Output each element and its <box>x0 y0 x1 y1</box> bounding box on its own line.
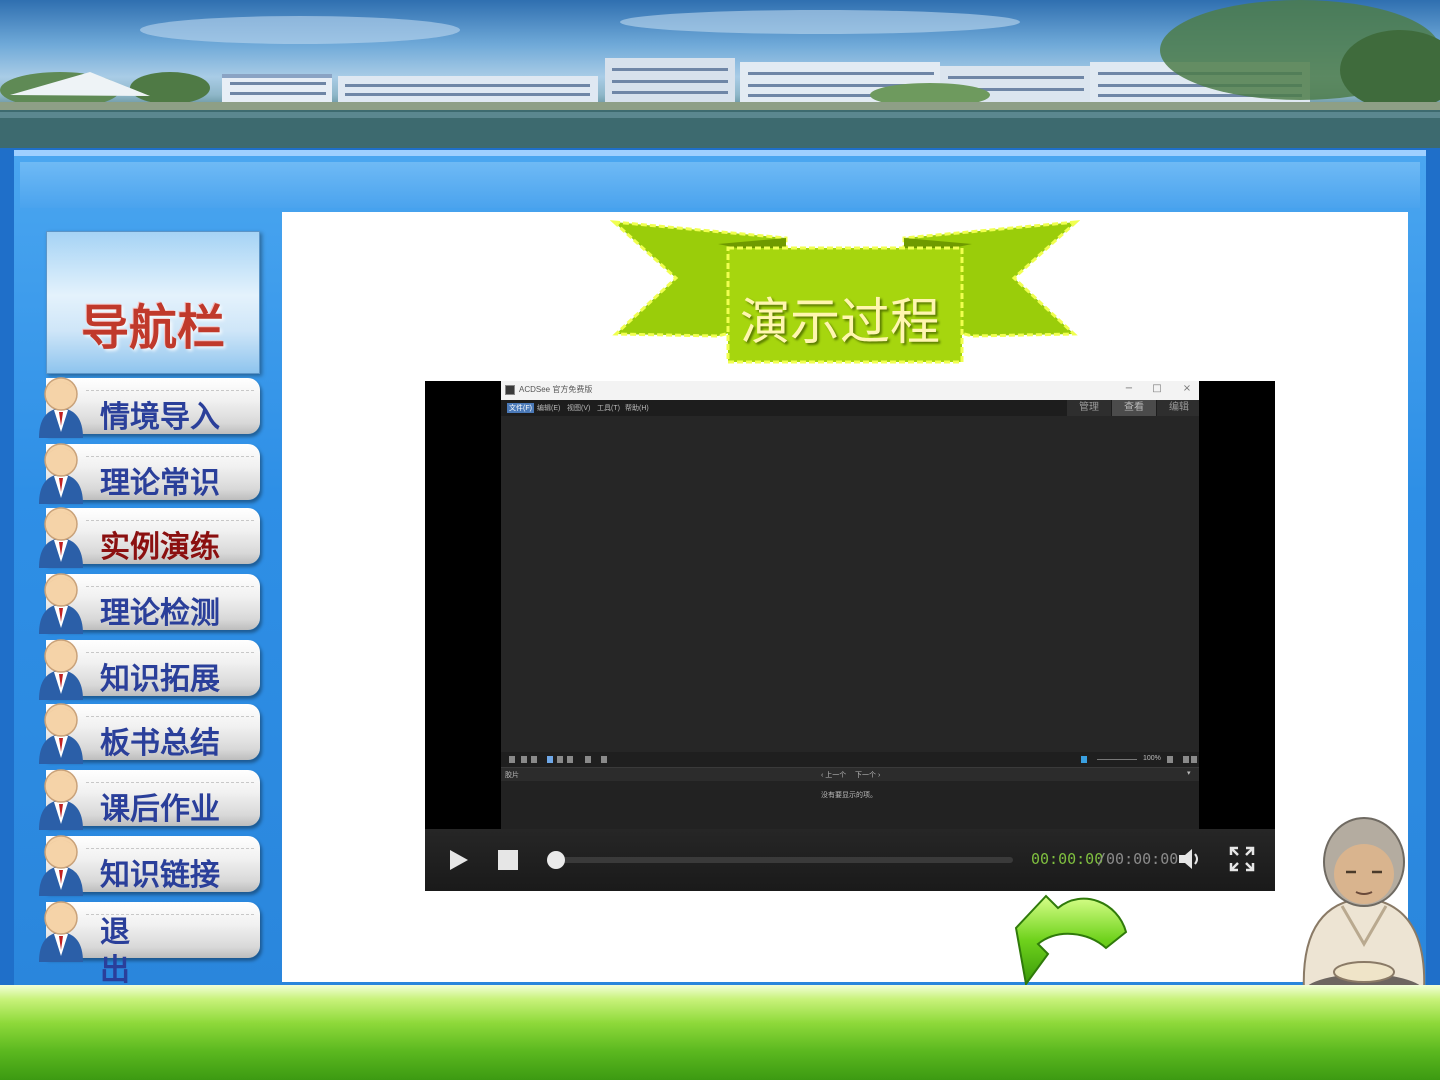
person-icon <box>39 443 83 504</box>
chevron-down-icon: ▾ <box>1187 770 1191 777</box>
ground-decoration <box>0 985 1440 1080</box>
minimize-icon: − <box>1124 383 1134 394</box>
nav-item-exit[interactable]: 退出 <box>39 901 260 988</box>
nav-item-label: 板书总结 <box>100 726 220 761</box>
app-menu-edit: 编辑(E) <box>537 405 561 412</box>
fullscreen-icon[interactable] <box>1229 846 1255 872</box>
total-time: /00:00:00 <box>1097 850 1179 868</box>
app-menu-view: 视图(V) <box>567 405 591 412</box>
nav-item-knowledge-links[interactable]: 知识链接 <box>39 835 260 896</box>
nav-item-practice[interactable]: 实例演练 <box>39 507 260 568</box>
person-icon <box>39 507 83 568</box>
person-icon <box>39 835 83 896</box>
nav-item-theory-test[interactable]: 理论检测 <box>39 573 260 634</box>
nav-item-label: 知识链接 <box>100 858 220 893</box>
nav-item-label: 退出 <box>100 915 130 988</box>
person-icon <box>39 901 83 962</box>
nav-item-theory-basics[interactable]: 理论常识 <box>39 443 260 504</box>
app-mode-edit: 编辑 <box>1157 400 1199 416</box>
zoom-level: 100% <box>1143 755 1161 762</box>
app-filmstrip-bar: 胶片 ‹ 上一个 下一个 › ▾ <box>501 767 1199 781</box>
nav-item-label: 课后作业 <box>100 792 220 827</box>
next-item-link: 下一个 › <box>855 772 881 779</box>
nav-item-label: 情境导入 <box>100 400 220 435</box>
app-mode-view: 查看 <box>1112 400 1156 416</box>
ribbon-title: 演示过程 <box>740 293 940 351</box>
nav-title-box: 导航栏 <box>46 231 260 374</box>
back-arrow-icon[interactable] <box>1008 888 1132 992</box>
video-frame: ACDSee 官方免费版 − □ × 文件(F) 编辑(E) 视图(V) 工具(… <box>501 381 1199 829</box>
person-icon <box>39 377 83 438</box>
play-icon[interactable] <box>447 848 471 872</box>
person-icon <box>39 639 83 700</box>
app-menubar: 文件(F) 编辑(E) 视图(V) 工具(T) 帮助(H) 管理 查看 编辑 <box>501 400 1199 416</box>
app-window-title: ACDSee 官方免费版 <box>519 385 593 394</box>
maximize-icon: □ <box>1152 383 1162 394</box>
app-toolbar: 100% <box>501 752 1199 767</box>
progress-track[interactable] <box>555 857 1013 863</box>
acdsee-app-icon <box>505 385 515 395</box>
nav-item-label: 知识拓展 <box>100 662 220 697</box>
app-menu-tools: 工具(T) <box>597 405 620 412</box>
nav-item-scenario-intro[interactable]: 情境导入 <box>39 377 260 438</box>
stop-icon[interactable] <box>497 849 519 871</box>
person-icon <box>39 703 83 764</box>
app-menu-file: 文件(F) <box>507 403 534 413</box>
app-filmstrip-area: 没有要显示的项。 <box>501 781 1199 829</box>
current-time: 00:00:00 <box>1031 850 1104 868</box>
nav-item-homework[interactable]: 课后作业 <box>39 769 260 830</box>
video-player[interactable]: ACDSee 官方免费版 − □ × 文件(F) 编辑(E) 视图(V) 工具(… <box>425 381 1275 891</box>
filmstrip-label: 胶片 <box>505 772 519 779</box>
nav-item-board-summary[interactable]: 板书总结 <box>39 703 260 764</box>
app-titlebar: ACDSee 官方免费版 − □ × <box>501 381 1199 400</box>
volume-icon[interactable] <box>1177 847 1203 871</box>
person-icon <box>39 573 83 634</box>
progress-knob[interactable] <box>547 851 565 869</box>
nav-item-knowledge-extension[interactable]: 知识拓展 <box>39 639 260 700</box>
empty-message: 没有要显示的项。 <box>821 792 877 799</box>
player-controls: 00:00:00 /00:00:00 <box>425 829 1275 891</box>
nav-item-label: 理论常识 <box>100 466 220 501</box>
nav-item-label: 理论检测 <box>100 596 220 631</box>
person-icon <box>39 769 83 830</box>
prev-item-link: ‹ 上一个 <box>821 772 847 779</box>
frame-top-band <box>20 162 1420 208</box>
nav-item-label: 实例演练 <box>100 530 220 565</box>
app-menu-help: 帮助(H) <box>625 405 649 412</box>
header-banner <box>0 0 1440 148</box>
app-mode-manage: 管理 <box>1067 400 1111 416</box>
close-icon: × <box>1182 383 1192 394</box>
nav-title: 导航栏 <box>80 300 225 356</box>
